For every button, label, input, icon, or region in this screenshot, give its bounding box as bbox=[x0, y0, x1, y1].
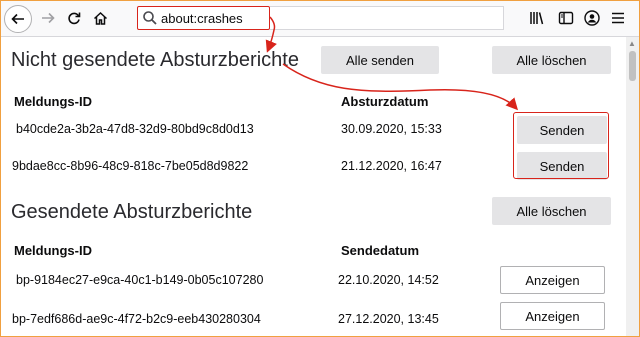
back-button[interactable] bbox=[4, 5, 32, 33]
sent-col-date: Sendedatum bbox=[341, 243, 420, 258]
send-buttons-highlight bbox=[513, 112, 609, 179]
browser-toolbar: about:crashes bbox=[0, 0, 640, 37]
url-bar[interactable]: about:crashes bbox=[137, 6, 270, 30]
scroll-thumb[interactable] bbox=[629, 51, 636, 81]
library-button[interactable] bbox=[527, 8, 547, 28]
sent-row-1-date: 22.10.2020, 14:52 bbox=[338, 273, 439, 287]
scrollbar[interactable]: ▲ bbox=[626, 37, 639, 336]
menu-button[interactable] bbox=[608, 8, 628, 28]
sent-row-1-id: bp-9184ec27-e9ca-40c1-b149-0b05c107280 bbox=[16, 273, 264, 287]
unsent-row-2-date: 21.12.2020, 16:47 bbox=[341, 159, 442, 173]
unsent-col-id: Meldungs-ID bbox=[14, 94, 92, 109]
sent-row-2-date: 27.12.2020, 13:45 bbox=[338, 312, 439, 326]
unsent-row-2-id: 9bdae8cc-8b96-48c9-818c-7be05d8d9822 bbox=[12, 159, 249, 173]
unsent-section-title: Nicht gesendete Absturzberichte bbox=[11, 49, 299, 71]
sent-row-2-id: bp-7edf686d-ae9c-4f72-b2c9-eeb430280304 bbox=[12, 312, 261, 326]
account-icon bbox=[584, 10, 600, 26]
unsent-col-date: Absturzdatum bbox=[341, 94, 429, 109]
home-button[interactable] bbox=[86, 4, 114, 32]
delete-all-sent-button[interactable]: Alle löschen bbox=[492, 197, 611, 225]
sent-col-id: Meldungs-ID bbox=[14, 243, 92, 258]
unsent-row-1-date: 30.09.2020, 15:33 bbox=[341, 122, 442, 136]
sidebar-icon bbox=[558, 11, 574, 25]
reload-button[interactable] bbox=[60, 4, 88, 32]
scroll-up-icon[interactable]: ▲ bbox=[628, 39, 636, 48]
search-icon bbox=[143, 11, 157, 25]
sidebar-button[interactable] bbox=[556, 8, 576, 28]
sent-section-title: Gesendete Absturzberichte bbox=[11, 201, 253, 223]
forward-arrow-icon bbox=[42, 12, 55, 24]
view-report-button[interactable]: Anzeigen bbox=[500, 302, 605, 330]
home-icon bbox=[93, 11, 107, 25]
view-report-button[interactable]: Anzeigen bbox=[500, 266, 605, 294]
delete-all-unsent-button[interactable]: Alle löschen bbox=[492, 46, 611, 74]
unsent-row-1-id: b40cde2a-3b2a-47d8-32d9-80bd9c8d0d13 bbox=[16, 122, 254, 136]
reload-icon bbox=[68, 12, 81, 25]
url-text[interactable]: about:crashes bbox=[161, 11, 243, 26]
menu-icon bbox=[612, 12, 624, 24]
back-arrow-icon bbox=[11, 13, 24, 25]
account-button[interactable] bbox=[582, 8, 602, 28]
url-field-extension[interactable] bbox=[270, 6, 504, 30]
send-all-button[interactable]: Alle senden bbox=[321, 46, 439, 74]
library-icon bbox=[530, 12, 544, 25]
forward-button[interactable] bbox=[34, 4, 62, 32]
